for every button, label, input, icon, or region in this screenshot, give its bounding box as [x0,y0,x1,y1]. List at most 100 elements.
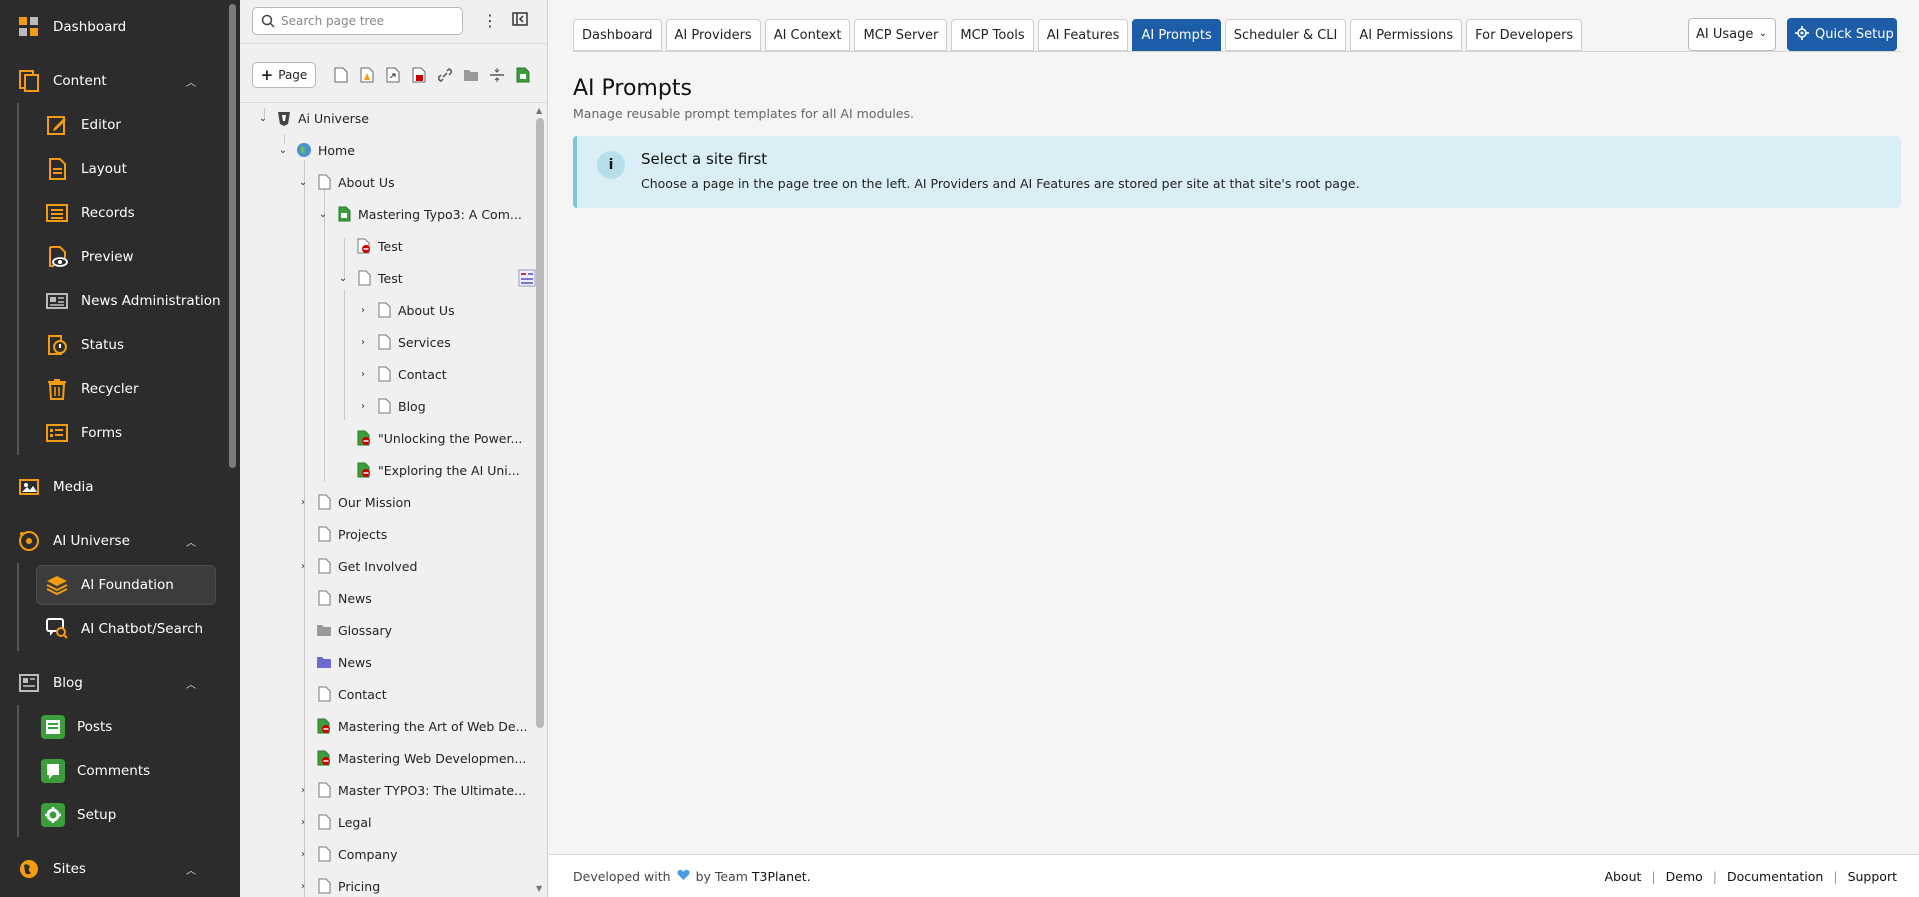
module-editor[interactable]: Editor [0,105,230,145]
doktype-spacer-icon[interactable] [488,66,506,84]
tree-node-page[interactable]: › Blog [356,393,426,419]
module-dashboard[interactable]: Dashboard [0,7,230,47]
module-media[interactable]: Media [0,467,230,507]
module-news-administration[interactable]: News Administration [0,281,230,321]
module-layout[interactable]: Layout [0,149,230,189]
chevron-right-icon[interactable]: › [296,849,310,860]
doktype-mountpoint-icon[interactable] [410,66,428,84]
tab-ai-prompts[interactable]: AI Prompts [1132,19,1221,51]
chevron-right-icon[interactable]: › [356,369,370,380]
tab-scheduler-cli[interactable]: Scheduler & CLI [1224,19,1347,51]
tree-node-page[interactable]: Contact [296,681,387,707]
chevron-right-icon[interactable]: › [356,337,370,348]
module-records[interactable]: Records [0,193,230,233]
footer-brand-link[interactable]: T3Planet. [752,869,811,884]
tree-node-folder[interactable]: Glossary [296,617,392,643]
chevron-right-icon[interactable]: › [296,817,310,828]
doktype-folder-icon[interactable] [462,66,480,84]
tree-node-page[interactable]: ⌄ About Us [296,169,395,195]
chevron-down-icon[interactable]: ⌄ [296,177,310,188]
tree-scrollbar[interactable] [536,118,544,728]
module-group-blog[interactable]: Blog ︿ [0,663,230,703]
tree-node-page[interactable]: Projects [296,521,387,547]
edit-content-icon[interactable] [518,269,536,290]
chevron-right-icon[interactable]: › [296,785,310,796]
tree-node-page[interactable]: › About Us [356,297,455,323]
tree-node-page[interactable]: › Pricing [296,873,380,897]
tab-ai-providers[interactable]: AI Providers [665,19,761,51]
tree-node-root[interactable]: ⌄ Ai Universe [256,105,369,131]
tab-ai-permissions[interactable]: AI Permissions [1350,19,1463,51]
module-status[interactable]: Status [0,325,230,365]
chevron-right-icon[interactable]: › [296,497,310,508]
tab-mcp-tools[interactable]: MCP Tools [951,19,1034,51]
footer-link-demo[interactable]: Demo [1666,869,1703,884]
tree-node-page[interactable]: › Legal [296,809,372,835]
tab-mcp-server[interactable]: MCP Server [854,19,948,51]
collapse-tree-icon[interactable] [512,11,530,29]
page-tree-search-input[interactable] [281,14,451,28]
chevron-right-icon[interactable]: › [356,305,370,316]
chevron-down-icon[interactable]: ⌄ [336,273,350,284]
module-posts[interactable]: Posts [0,707,230,747]
page-icon [376,365,392,383]
module-recycler[interactable]: Recycler [0,369,230,409]
module-ai-chatbot-search[interactable]: AI Chatbot/Search [0,609,230,649]
quick-setup-button[interactable]: Quick Setup [1787,18,1897,51]
module-menu-scrollbar[interactable] [229,4,236,468]
doktype-standard-icon[interactable] [332,66,350,84]
tree-node-home[interactable]: ⌄ Home [276,137,355,163]
tree-options-menu-icon[interactable]: ⋮ [480,10,500,32]
tab-ai-features[interactable]: AI Features [1037,19,1129,51]
tree-node-page[interactable]: Mastering the Art of Web De... [296,713,528,739]
footer-link-documentation[interactable]: Documentation [1727,869,1823,884]
chevron-down-icon[interactable]: ⌄ [316,209,330,220]
doktype-shortcut-icon[interactable] [384,66,402,84]
tree-node-label: Test [378,238,403,254]
footer-link-support[interactable]: Support [1848,869,1897,884]
tree-node-page[interactable]: › Company [296,841,397,867]
module-group-ai-universe[interactable]: AI Universe ︿ [0,521,230,561]
chevron-down-icon[interactable]: ⌄ [276,145,290,156]
module-group-content[interactable]: Content ︿ [0,61,230,101]
module-setup[interactable]: Setup [0,795,230,835]
tab-dashboard[interactable]: Dashboard [573,19,662,51]
page-icon [316,845,332,863]
module-preview[interactable]: Preview [0,237,230,277]
module-forms[interactable]: Forms [0,413,230,453]
module-comments[interactable]: Comments [0,751,230,791]
ai-usage-dropdown[interactable]: AI Usage ⌄ [1688,18,1776,51]
tree-node-page[interactable]: News [296,585,372,611]
doktype-link-icon[interactable] [436,66,454,84]
tree-node-folder[interactable]: News [296,649,372,675]
footer-link-about[interactable]: About [1604,869,1641,884]
chevron-right-icon[interactable]: › [296,881,310,892]
tree-node-page[interactable]: "Unlocking the Power... [336,425,522,451]
tab-for-developers[interactable]: For Developers [1466,19,1583,51]
tree-node-page[interactable]: › Master TYPO3: The Ultimate... [296,777,526,803]
page-tree-search[interactable] [252,7,463,35]
chevron-down-icon[interactable]: ⌄ [256,113,270,124]
chevron-right-icon[interactable]: › [296,561,310,572]
footer-separator: | [1651,869,1656,884]
chevron-right-icon[interactable]: › [356,401,370,412]
tab-ai-context[interactable]: AI Context [764,19,851,51]
doktype-backend-icon[interactable] [358,66,376,84]
scroll-down-icon[interactable]: ▼ [536,884,542,893]
tree-node-page[interactable]: › Our Mission [296,489,411,515]
tree-node-page[interactable]: "Exploring the AI Uni... [336,457,520,483]
tree-node-page[interactable]: ⌄ Mastering Typo3: A Com... [316,201,522,227]
tree-node-page[interactable]: › Services [356,329,451,355]
doktype-blog-icon[interactable] [514,66,532,84]
module-group-sites[interactable]: Sites ︿ [0,849,230,889]
tree-node-page[interactable]: Mastering Web Developmen... [296,745,526,771]
tree-node-page[interactable]: ⌄ Test [336,265,536,291]
scroll-up-icon[interactable]: ▲ [536,106,542,115]
new-page-button[interactable]: + Page [252,62,316,88]
tree-node-page[interactable]: Test [336,233,403,259]
tree-node-label: Pricing [338,878,381,894]
module-ai-foundation[interactable]: AI Foundation [36,565,216,605]
tree-node-page[interactable]: › Contact [356,361,447,387]
tree-node-page[interactable]: › Get Involved [296,553,417,579]
tree-node-label: Ai Universe [298,110,369,126]
